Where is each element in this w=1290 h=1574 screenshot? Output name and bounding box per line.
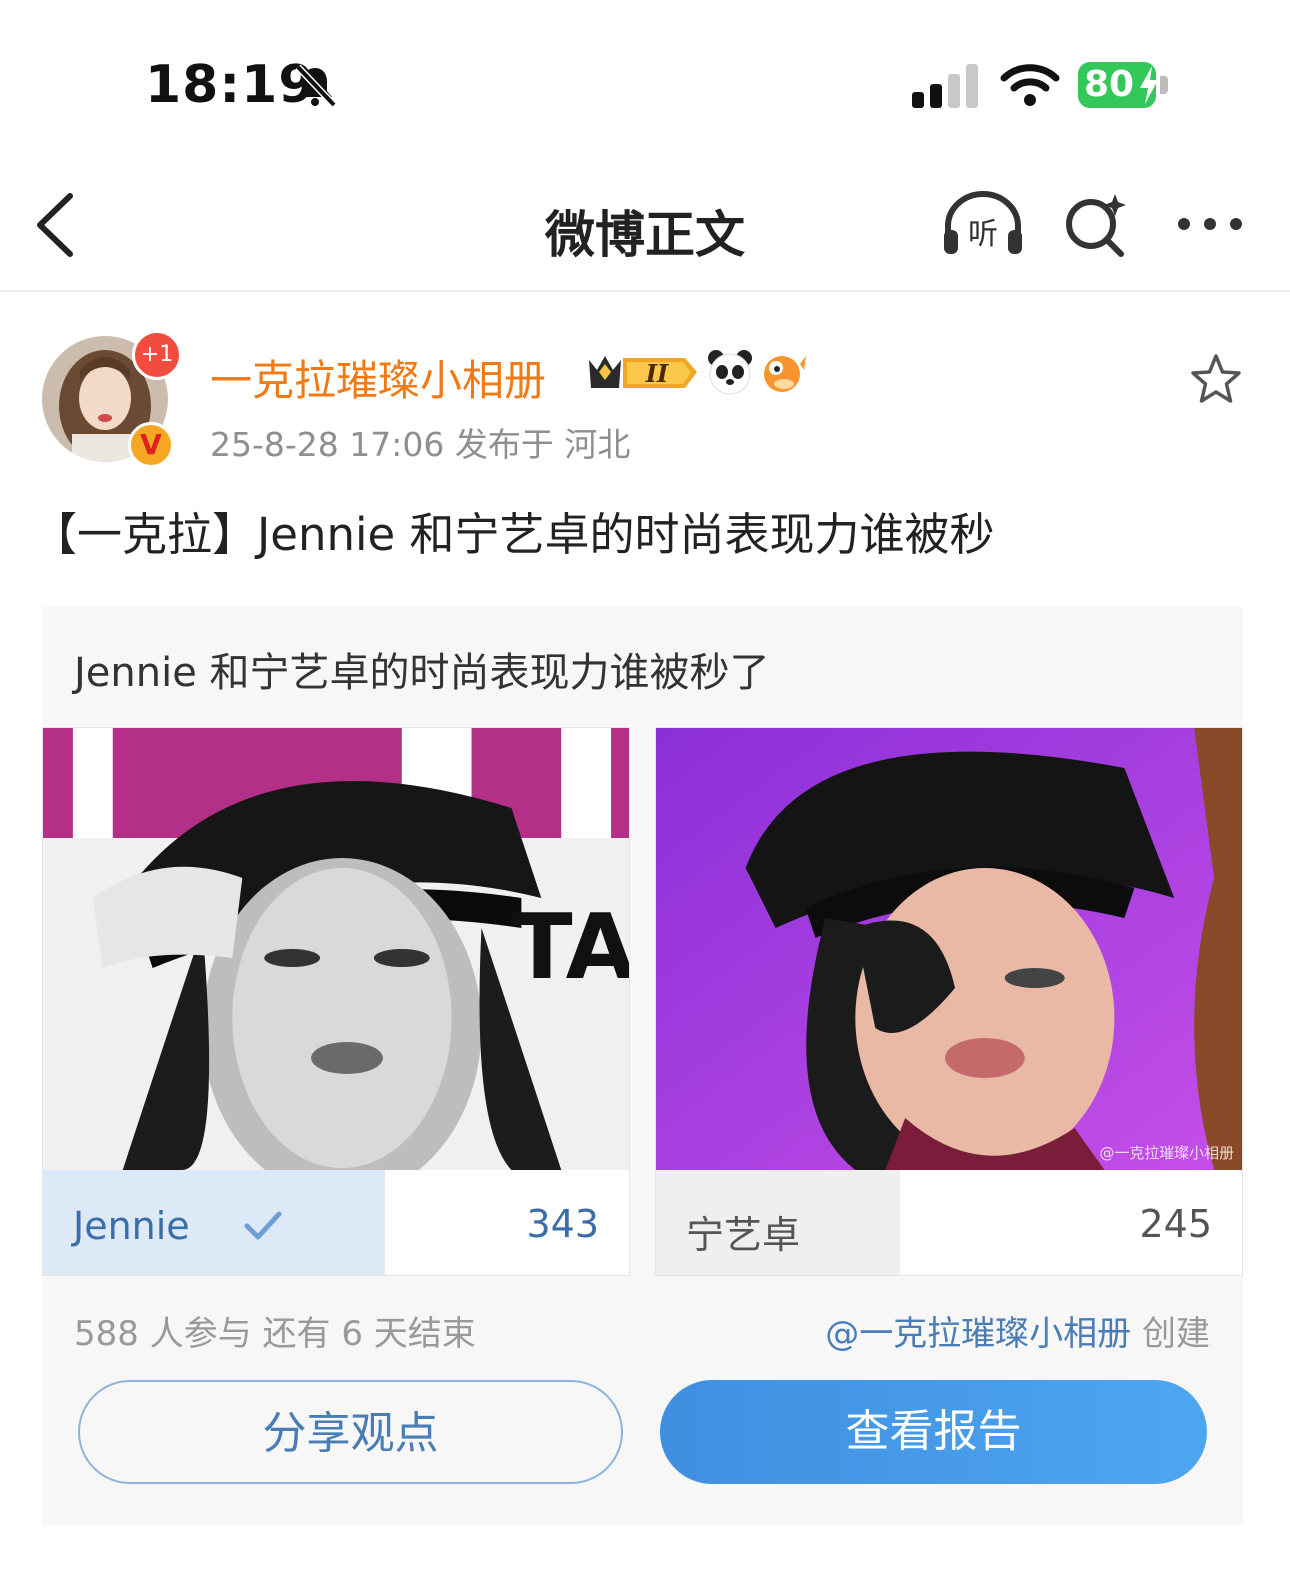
nav-divider bbox=[0, 290, 1290, 292]
poll-option-image: @一克拉璀璨小相册 bbox=[656, 728, 1242, 1170]
post-text: 【一克拉】Jennie 和宁艺卓的时尚表现力谁被秒 bbox=[32, 508, 995, 561]
view-report-button[interactable]: 查看报告 bbox=[660, 1380, 1207, 1484]
poll-option-ningyizhuo[interactable]: @一克拉璀璨小相册 宁艺卓 245 bbox=[655, 727, 1243, 1276]
avatar-notification-badge: +1 bbox=[132, 330, 182, 380]
search-sparkle-icon[interactable] bbox=[1063, 192, 1129, 258]
creator-handle-link[interactable]: @一克拉璀璨小相册 bbox=[825, 1314, 1131, 1354]
poll-option-count: 343 bbox=[526, 1202, 599, 1246]
listen-headphones-icon[interactable]: 听 bbox=[940, 190, 1026, 258]
svg-text:TA: TA bbox=[511, 896, 629, 1000]
svg-text:II: II bbox=[645, 359, 669, 388]
poll-stats: 588 人参与 还有 6 天结束 bbox=[74, 1314, 476, 1354]
selected-check-icon bbox=[244, 1211, 282, 1240]
cellular-signal-icon bbox=[912, 64, 978, 108]
pufferfish-badge-icon bbox=[764, 356, 806, 392]
listen-label: 听 bbox=[968, 217, 998, 252]
bell-muted-icon bbox=[295, 64, 337, 108]
post-meta: 25-8-28 17:06 发布于 河北 bbox=[210, 425, 631, 464]
poll-question: Jennie 和宁艺卓的时尚表现力谁被秒了 bbox=[74, 650, 770, 696]
bottom-spacer bbox=[0, 1525, 1290, 1574]
poll-creator: @一克拉璀璨小相册 创建 bbox=[825, 1306, 1210, 1355]
charging-bolt-icon bbox=[1140, 66, 1158, 104]
more-options-icon[interactable] bbox=[1174, 212, 1246, 236]
poll-option-count: 245 bbox=[1139, 1202, 1212, 1246]
poll-option-image: TA bbox=[43, 728, 629, 1170]
share-opinion-button[interactable]: 分享观点 bbox=[78, 1380, 623, 1484]
panda-badge-icon bbox=[708, 350, 752, 395]
poll-option-label: Jennie bbox=[73, 1204, 190, 1248]
creator-suffix: 创建 bbox=[1131, 1314, 1210, 1354]
status-time: 18:19 bbox=[145, 55, 316, 115]
favorite-star-icon[interactable] bbox=[1188, 352, 1244, 408]
poll-option-jennie[interactable]: TA Jennie 343 bbox=[42, 727, 630, 1276]
verified-badge: V bbox=[128, 422, 174, 468]
vip-crown-badge-icon[interactable]: II bbox=[585, 350, 700, 394]
wifi-icon bbox=[1000, 64, 1060, 106]
author-name[interactable]: 一克拉璀璨小相册 bbox=[210, 347, 546, 408]
battery-cap bbox=[1160, 76, 1168, 94]
poll-option-label: 宁艺卓 bbox=[686, 1213, 801, 1257]
image-watermark: @一克拉璀璨小相册 bbox=[1100, 1144, 1235, 1162]
